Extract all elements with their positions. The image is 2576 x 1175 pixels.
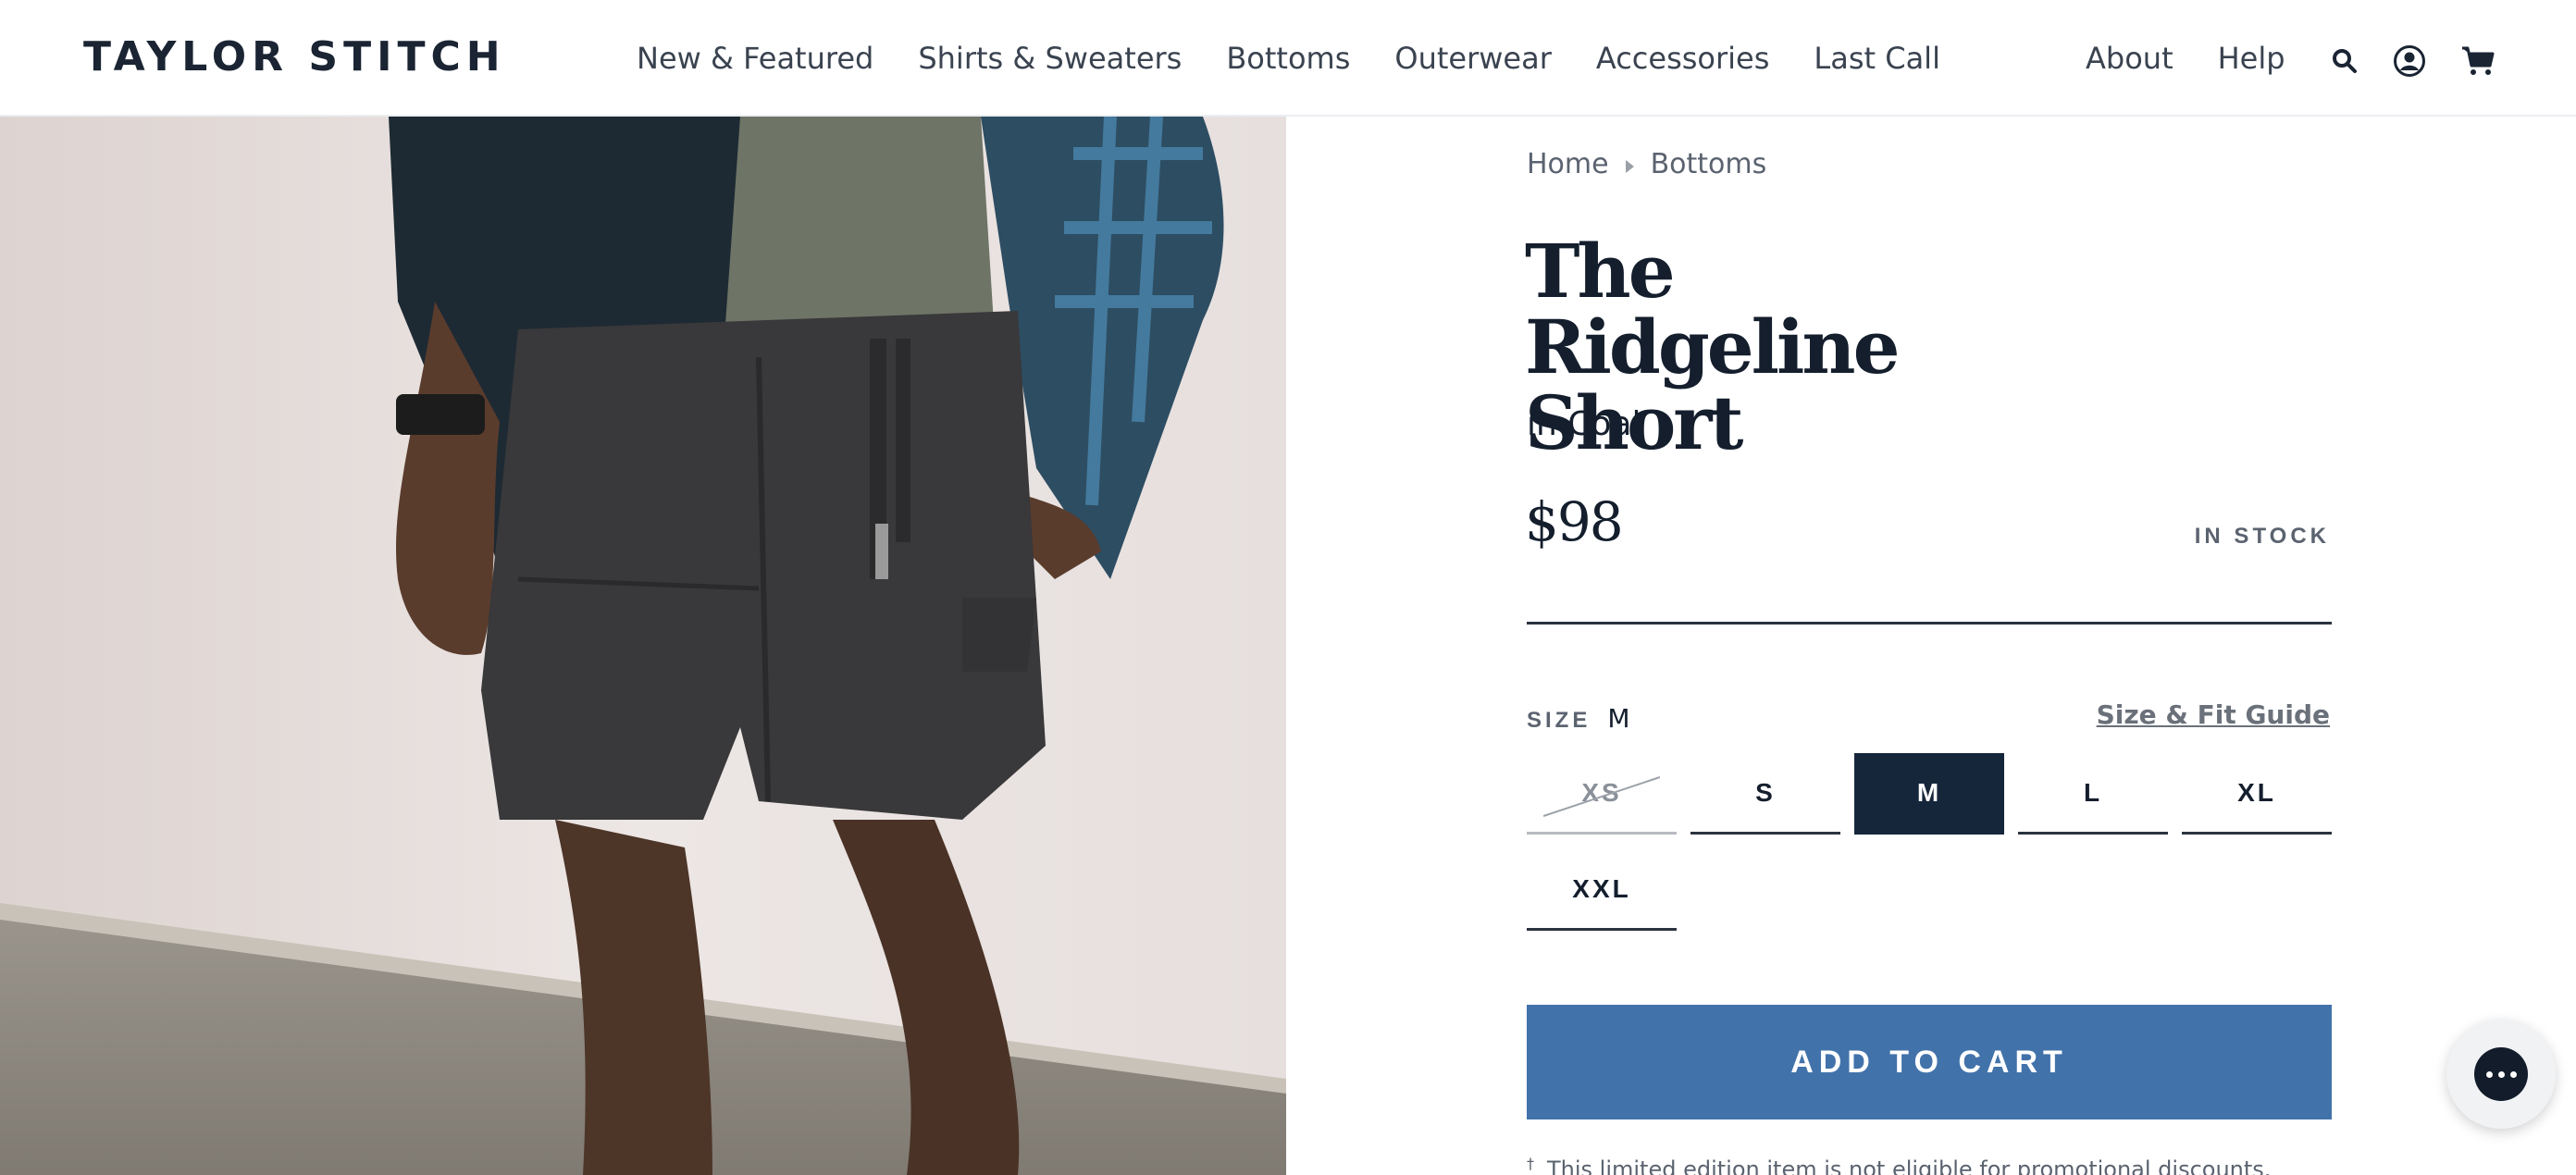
- divider: [1527, 622, 2332, 625]
- size-option-label: M: [1916, 777, 1942, 807]
- size-option-s[interactable]: S: [1690, 753, 1840, 835]
- search-icon[interactable]: [2326, 43, 2363, 80]
- add-to-cart-button[interactable]: ADD TO CART: [1527, 1005, 2332, 1119]
- product-price: $98: [1525, 490, 1624, 553]
- size-selected-value: M: [1607, 703, 1630, 734]
- size-fit-guide-link[interactable]: Size & Fit Guide: [2097, 699, 2330, 730]
- size-label: SIZE M: [1527, 703, 1630, 734]
- account-icon[interactable]: [2391, 43, 2428, 80]
- promo-disclaimer: † This limited edition item is not eligib…: [1527, 1155, 2271, 1175]
- nav-shirts-sweaters[interactable]: Shirts & Sweaters: [918, 41, 1182, 76]
- size-option-label: L: [2083, 777, 2103, 807]
- breadcrumb-bottoms[interactable]: Bottoms: [1651, 148, 1767, 180]
- size-option-label: XL: [2237, 777, 2276, 807]
- site-header: TAYLOR STITCH New & Featured Shirts & Sw…: [0, 0, 2576, 117]
- nav-new-featured[interactable]: New & Featured: [637, 41, 873, 76]
- size-option-label: XS: [1581, 777, 1622, 807]
- chevron-right-icon: [1625, 159, 1634, 173]
- promo-text: This limited edition item is not eligibl…: [1547, 1156, 2272, 1175]
- chat-button[interactable]: [2446, 1020, 2556, 1129]
- size-option-l[interactable]: L: [2018, 753, 2168, 835]
- cart-icon[interactable]: [2459, 43, 2496, 80]
- size-option-label: S: [1755, 777, 1776, 807]
- nav-bottoms[interactable]: Bottoms: [1226, 41, 1350, 76]
- breadcrumb-home[interactable]: Home: [1527, 148, 1609, 180]
- size-option-xs[interactable]: XS: [1527, 753, 1677, 835]
- nav-help[interactable]: Help: [2218, 41, 2285, 76]
- size-option-m[interactable]: M: [1854, 753, 2004, 835]
- product-color: in Coal: [1527, 405, 1641, 443]
- main-nav: New & Featured Shirts & Sweaters Bottoms…: [637, 41, 1940, 76]
- nav-about[interactable]: About: [2086, 41, 2174, 76]
- utility-nav: About Help: [2086, 41, 2285, 76]
- product-image: [0, 117, 1286, 1175]
- size-option-xxl[interactable]: XXL: [1527, 849, 1677, 931]
- chat-icon: [2474, 1047, 2528, 1101]
- size-label-key: SIZE: [1527, 708, 1591, 733]
- nav-accessories[interactable]: Accessories: [1596, 41, 1770, 76]
- stock-status: IN STOCK: [2194, 524, 2330, 549]
- size-option-label: XXL: [1572, 873, 1631, 903]
- promo-marker: †: [1527, 1155, 1534, 1172]
- size-option-xl[interactable]: XL: [2182, 753, 2332, 835]
- nav-last-call[interactable]: Last Call: [1814, 41, 1940, 76]
- breadcrumb: Home Bottoms: [1527, 148, 1766, 180]
- nav-outerwear[interactable]: Outerwear: [1394, 41, 1551, 76]
- brand-logo[interactable]: TAYLOR STITCH: [83, 33, 506, 80]
